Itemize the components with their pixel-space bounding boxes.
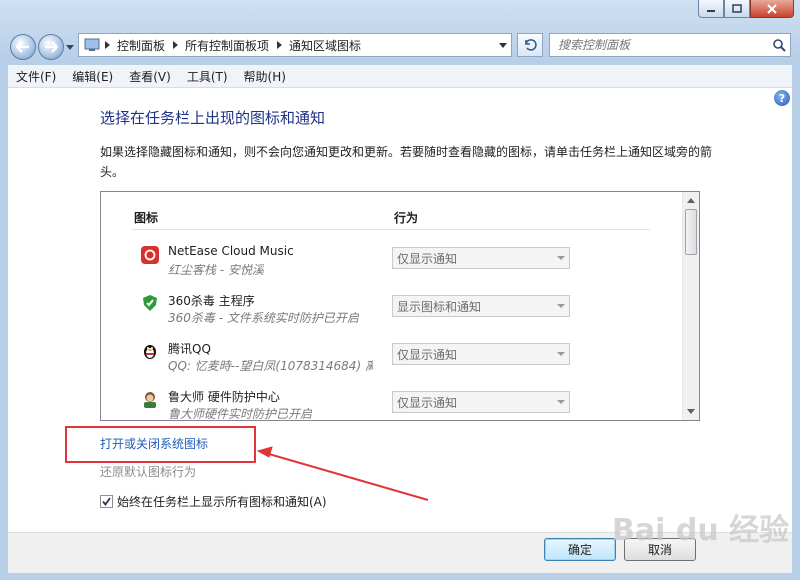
recent-pages-button[interactable] bbox=[66, 42, 74, 52]
notification-icons-list[interactable]: 图标 行为 NetEase Cloud Music 红尘客栈 - 安悦溪 仅显示… bbox=[100, 191, 700, 421]
breadcrumb-all-items[interactable]: 所有控制面板项 bbox=[180, 34, 274, 56]
app-status: 红尘客栈 - 安悦溪 bbox=[168, 263, 264, 277]
arrow-left-icon bbox=[16, 41, 29, 53]
scroll-up-button[interactable] bbox=[683, 192, 699, 209]
behavior-value: 仅显示通知 bbox=[397, 347, 458, 362]
column-header-icon: 图标 bbox=[134, 211, 159, 225]
menu-bar: 文件(F) 编辑(E) 查看(V) 工具(T) 帮助(H) bbox=[8, 65, 792, 88]
breadcrumb-separator-icon[interactable] bbox=[170, 34, 180, 56]
page-description: 如果选择隐藏图标和通知，则不会向您通知更改和更新。若要随时查看隐藏的图标，请单击… bbox=[100, 145, 713, 179]
chevron-down-icon bbox=[687, 409, 695, 414]
content-pane: ? 选择在任务栏上出现的图标和通知 如果选择隐藏图标和通知，则不会向您通知更改和… bbox=[8, 88, 792, 532]
behavior-value: 仅显示通知 bbox=[397, 251, 458, 266]
address-dropdown-button[interactable] bbox=[495, 34, 511, 56]
behavior-value: 仅显示通知 bbox=[397, 395, 458, 410]
breadcrumb-separator-icon[interactable] bbox=[274, 34, 284, 56]
navigation-bar: 控制面板 所有控制面板项 通知区域图标 bbox=[0, 28, 800, 64]
360-shield-icon bbox=[141, 294, 159, 312]
list-item: 腾讯QQ QQ: 忆麦時--望白凤(1078314684) 离... 仅显示通知 bbox=[132, 340, 592, 380]
breadcrumb-notification-icons[interactable]: 通知区域图标 bbox=[284, 34, 366, 56]
column-header-behavior: 行为 bbox=[394, 211, 419, 225]
search-input[interactable] bbox=[550, 37, 768, 53]
menu-view[interactable]: 查看(V) bbox=[121, 68, 179, 85]
list-item: 鲁大师 硬件防护中心 鲁大师硬件实时防护已开启 仅显示通知 bbox=[132, 388, 592, 421]
address-bar[interactable]: 控制面板 所有控制面板项 通知区域图标 bbox=[78, 33, 512, 57]
forward-button[interactable] bbox=[38, 34, 64, 60]
list-item: NetEase Cloud Music 红尘客栈 - 安悦溪 仅显示通知 bbox=[132, 244, 592, 284]
app-status: QQ: 忆麦時--望白凤(1078314684) 离... bbox=[168, 359, 373, 373]
app-name: 鲁大师 硬件防护中心 bbox=[168, 390, 280, 404]
chevron-down-icon bbox=[499, 42, 507, 48]
window-controls bbox=[698, 0, 794, 18]
list-item: 360杀毒 主程序 360杀毒 - 文件系统实时防护已开启 显示图标和通知 bbox=[132, 292, 592, 332]
search-box[interactable] bbox=[549, 33, 791, 57]
arrow-right-icon bbox=[45, 41, 58, 53]
behavior-value: 显示图标和通知 bbox=[397, 299, 482, 314]
menu-tools[interactable]: 工具(T) bbox=[179, 68, 236, 85]
chevron-down-icon bbox=[557, 304, 565, 308]
chevron-down-icon bbox=[557, 256, 565, 260]
app-name: 360杀毒 主程序 bbox=[168, 294, 255, 308]
control-panel-icon bbox=[79, 34, 102, 56]
minimize-icon bbox=[707, 9, 715, 12]
window-frame: 控制面板 所有控制面板项 通知区域图标 文件(F) 编辑(E) 查看(V) 工具… bbox=[0, 0, 800, 580]
checkmark-icon bbox=[102, 497, 111, 506]
behavior-select[interactable]: 仅显示通知 bbox=[392, 247, 570, 269]
scroll-down-button[interactable] bbox=[683, 403, 699, 420]
search-icon[interactable] bbox=[768, 34, 790, 56]
behavior-select[interactable]: 仅显示通知 bbox=[392, 391, 570, 413]
refresh-icon bbox=[525, 39, 537, 51]
ok-button[interactable]: 确定 bbox=[544, 538, 616, 561]
watermark: Bai du 经验 bbox=[612, 513, 790, 548]
chevron-down-icon bbox=[557, 400, 565, 404]
annotation-highlight-box bbox=[65, 426, 256, 463]
maximize-button[interactable] bbox=[724, 0, 750, 18]
ludashi-icon bbox=[141, 390, 159, 408]
list-scrollbar[interactable] bbox=[682, 192, 699, 420]
menu-help[interactable]: 帮助(H) bbox=[236, 68, 294, 85]
behavior-select[interactable]: 显示图标和通知 bbox=[392, 295, 570, 317]
refresh-button[interactable] bbox=[517, 33, 543, 57]
chevron-up-icon bbox=[687, 198, 695, 203]
back-button[interactable] bbox=[10, 34, 36, 60]
header-divider bbox=[132, 229, 650, 230]
behavior-select[interactable]: 仅显示通知 bbox=[392, 343, 570, 365]
always-show-option[interactable]: 始终在任务栏上显示所有图标和通知(A) bbox=[100, 493, 327, 510]
restore-defaults-link[interactable]: 还原默认图标行为 bbox=[100, 463, 196, 480]
breadcrumb-control-panel[interactable]: 控制面板 bbox=[112, 34, 170, 56]
menu-file[interactable]: 文件(F) bbox=[8, 68, 64, 85]
maximize-icon bbox=[732, 4, 742, 13]
close-icon bbox=[767, 3, 777, 14]
netease-music-icon bbox=[141, 246, 159, 264]
chevron-down-icon bbox=[66, 44, 74, 50]
qq-penguin-icon bbox=[141, 342, 159, 360]
minimize-button[interactable] bbox=[698, 0, 724, 18]
page-title: 选择在任务栏上出现的图标和通知 bbox=[100, 109, 326, 127]
always-show-label: 始终在任务栏上显示所有图标和通知(A) bbox=[117, 495, 327, 509]
app-name: NetEase Cloud Music bbox=[168, 244, 294, 258]
title-bar bbox=[0, 0, 800, 28]
close-button[interactable] bbox=[750, 0, 794, 18]
app-status: 360杀毒 - 文件系统实时防护已开启 bbox=[168, 311, 359, 325]
app-status: 鲁大师硬件实时防护已开启 bbox=[168, 407, 313, 421]
chevron-down-icon bbox=[557, 352, 565, 356]
breadcrumb-separator-icon[interactable] bbox=[102, 34, 112, 56]
help-icon[interactable]: ? bbox=[774, 90, 790, 106]
menu-edit[interactable]: 编辑(E) bbox=[64, 68, 121, 85]
always-show-checkbox[interactable] bbox=[100, 495, 113, 508]
scrollbar-thumb[interactable] bbox=[685, 209, 697, 255]
app-name: 腾讯QQ bbox=[168, 342, 211, 356]
